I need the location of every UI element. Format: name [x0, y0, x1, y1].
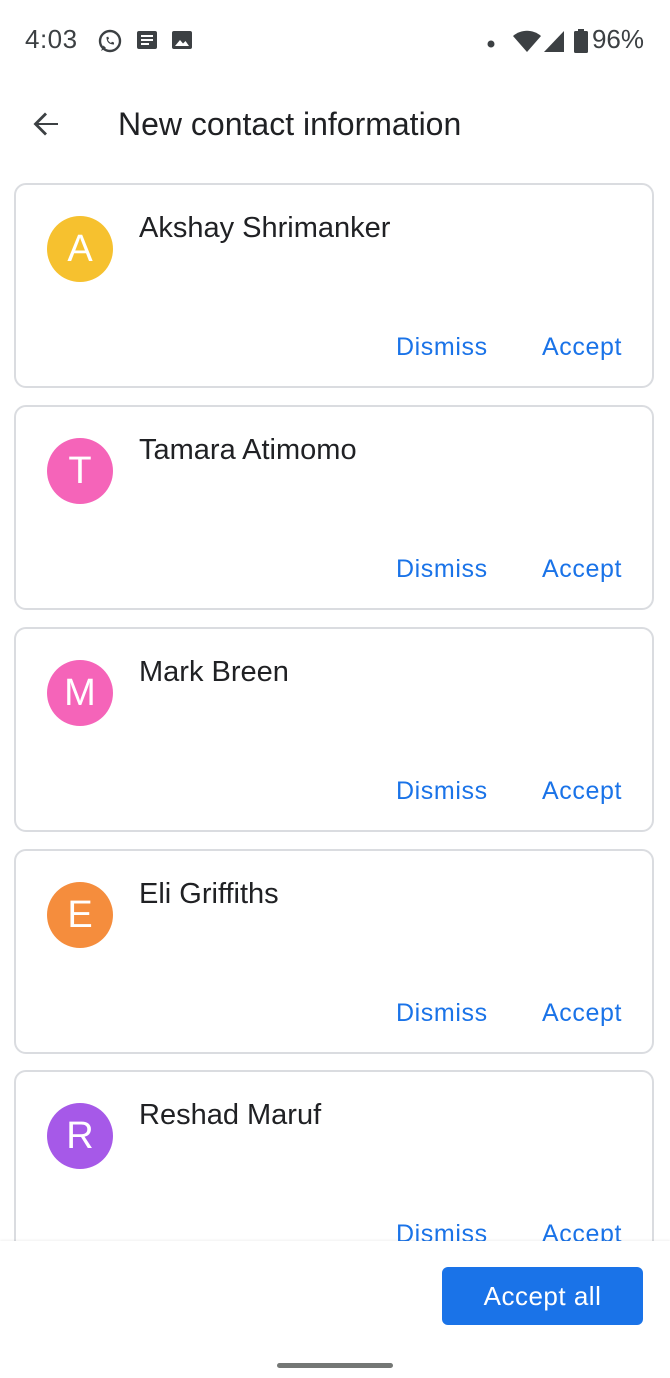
contact-card: E Eli Griffiths Dismiss Accept [14, 849, 654, 1054]
avatar: A [47, 216, 113, 282]
contact-suggestions-list[interactable]: A Akshay Shrimanker Dismiss Accept T Tam… [0, 183, 670, 1241]
contact-card: A Akshay Shrimanker Dismiss Accept [14, 183, 654, 388]
dismiss-button[interactable]: Dismiss [396, 555, 488, 584]
dismiss-button[interactable]: Dismiss [396, 777, 488, 806]
accept-button[interactable]: Accept [542, 555, 622, 584]
avatar-initial: E [67, 893, 93, 936]
accept-all-button[interactable]: Accept all [442, 1267, 643, 1325]
avatar: M [47, 660, 113, 726]
dismiss-button[interactable]: Dismiss [396, 999, 488, 1028]
accept-button[interactable]: Accept [542, 777, 622, 806]
contact-card: T Tamara Atimomo Dismiss Accept [14, 405, 654, 610]
contact-name: Reshad Maruf [139, 1099, 322, 1131]
avatar-initial: M [64, 671, 96, 714]
battery-icon [573, 28, 589, 54]
whatsapp-icon [97, 28, 123, 54]
avatar: R [47, 1103, 113, 1169]
wifi-icon [512, 28, 542, 54]
top-app-bar: New contact information [0, 80, 670, 172]
accept-button[interactable]: Accept [542, 1220, 622, 1241]
battery-percent: 96% [591, 24, 644, 54]
back-button[interactable] [20, 100, 72, 152]
bottom-action-bar: Accept all [0, 1241, 670, 1378]
avatar: T [47, 438, 113, 504]
avatar: E [47, 882, 113, 948]
gesture-nav-handle[interactable] [277, 1363, 393, 1368]
avatar-initial: T [68, 449, 92, 492]
accept-button[interactable]: Accept [542, 999, 622, 1028]
contact-name: Tamara Atimomo [139, 434, 357, 466]
cell-signal-icon [542, 28, 568, 54]
status-bar: 4:03 96% [0, 0, 670, 80]
contact-name: Mark Breen [139, 656, 289, 688]
arrow-back-icon [30, 108, 62, 145]
news-icon [135, 28, 161, 54]
dismiss-button[interactable]: Dismiss [396, 333, 488, 362]
accept-button[interactable]: Accept [542, 333, 622, 362]
image-icon [170, 28, 196, 54]
dismiss-button[interactable]: Dismiss [396, 1220, 488, 1241]
contact-card: M Mark Breen Dismiss Accept [14, 627, 654, 832]
contact-name: Akshay Shrimanker [139, 212, 391, 244]
avatar-initial: A [67, 227, 93, 270]
status-time: 4:03 [25, 24, 78, 54]
contact-card: R Reshad Maruf Dismiss Accept [14, 1070, 654, 1241]
dot-icon [486, 36, 496, 48]
page-title: New contact information [118, 106, 462, 142]
contact-name: Eli Griffiths [139, 878, 279, 910]
avatar-initial: R [66, 1114, 94, 1157]
